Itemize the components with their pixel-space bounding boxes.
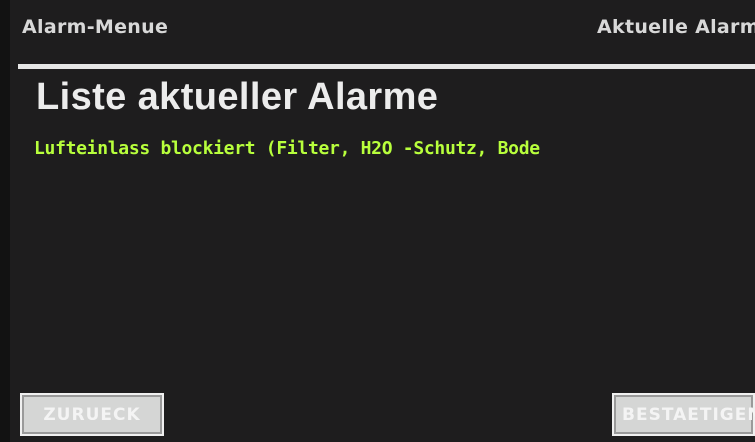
hmi-screen: Alarm-Menue Aktuelle Alarme Liste aktuel… — [10, 0, 755, 442]
alarm-item[interactable]: Lufteinlass blockiert (Filter, H2O -Schu… — [34, 138, 734, 159]
alarm-list: Lufteinlass blockiert (Filter, H2O -Schu… — [34, 138, 734, 159]
header-bar: Alarm-Menue Aktuelle Alarme — [10, 8, 755, 48]
header-divider — [18, 64, 755, 69]
page-title: Liste aktueller Alarme — [36, 76, 439, 118]
menu-title: Alarm-Menue — [22, 16, 169, 38]
confirm-button[interactable]: BESTAETIGEN — [612, 393, 755, 436]
back-button[interactable]: ZURUECK — [20, 393, 164, 436]
section-title: Aktuelle Alarme — [597, 16, 755, 38]
